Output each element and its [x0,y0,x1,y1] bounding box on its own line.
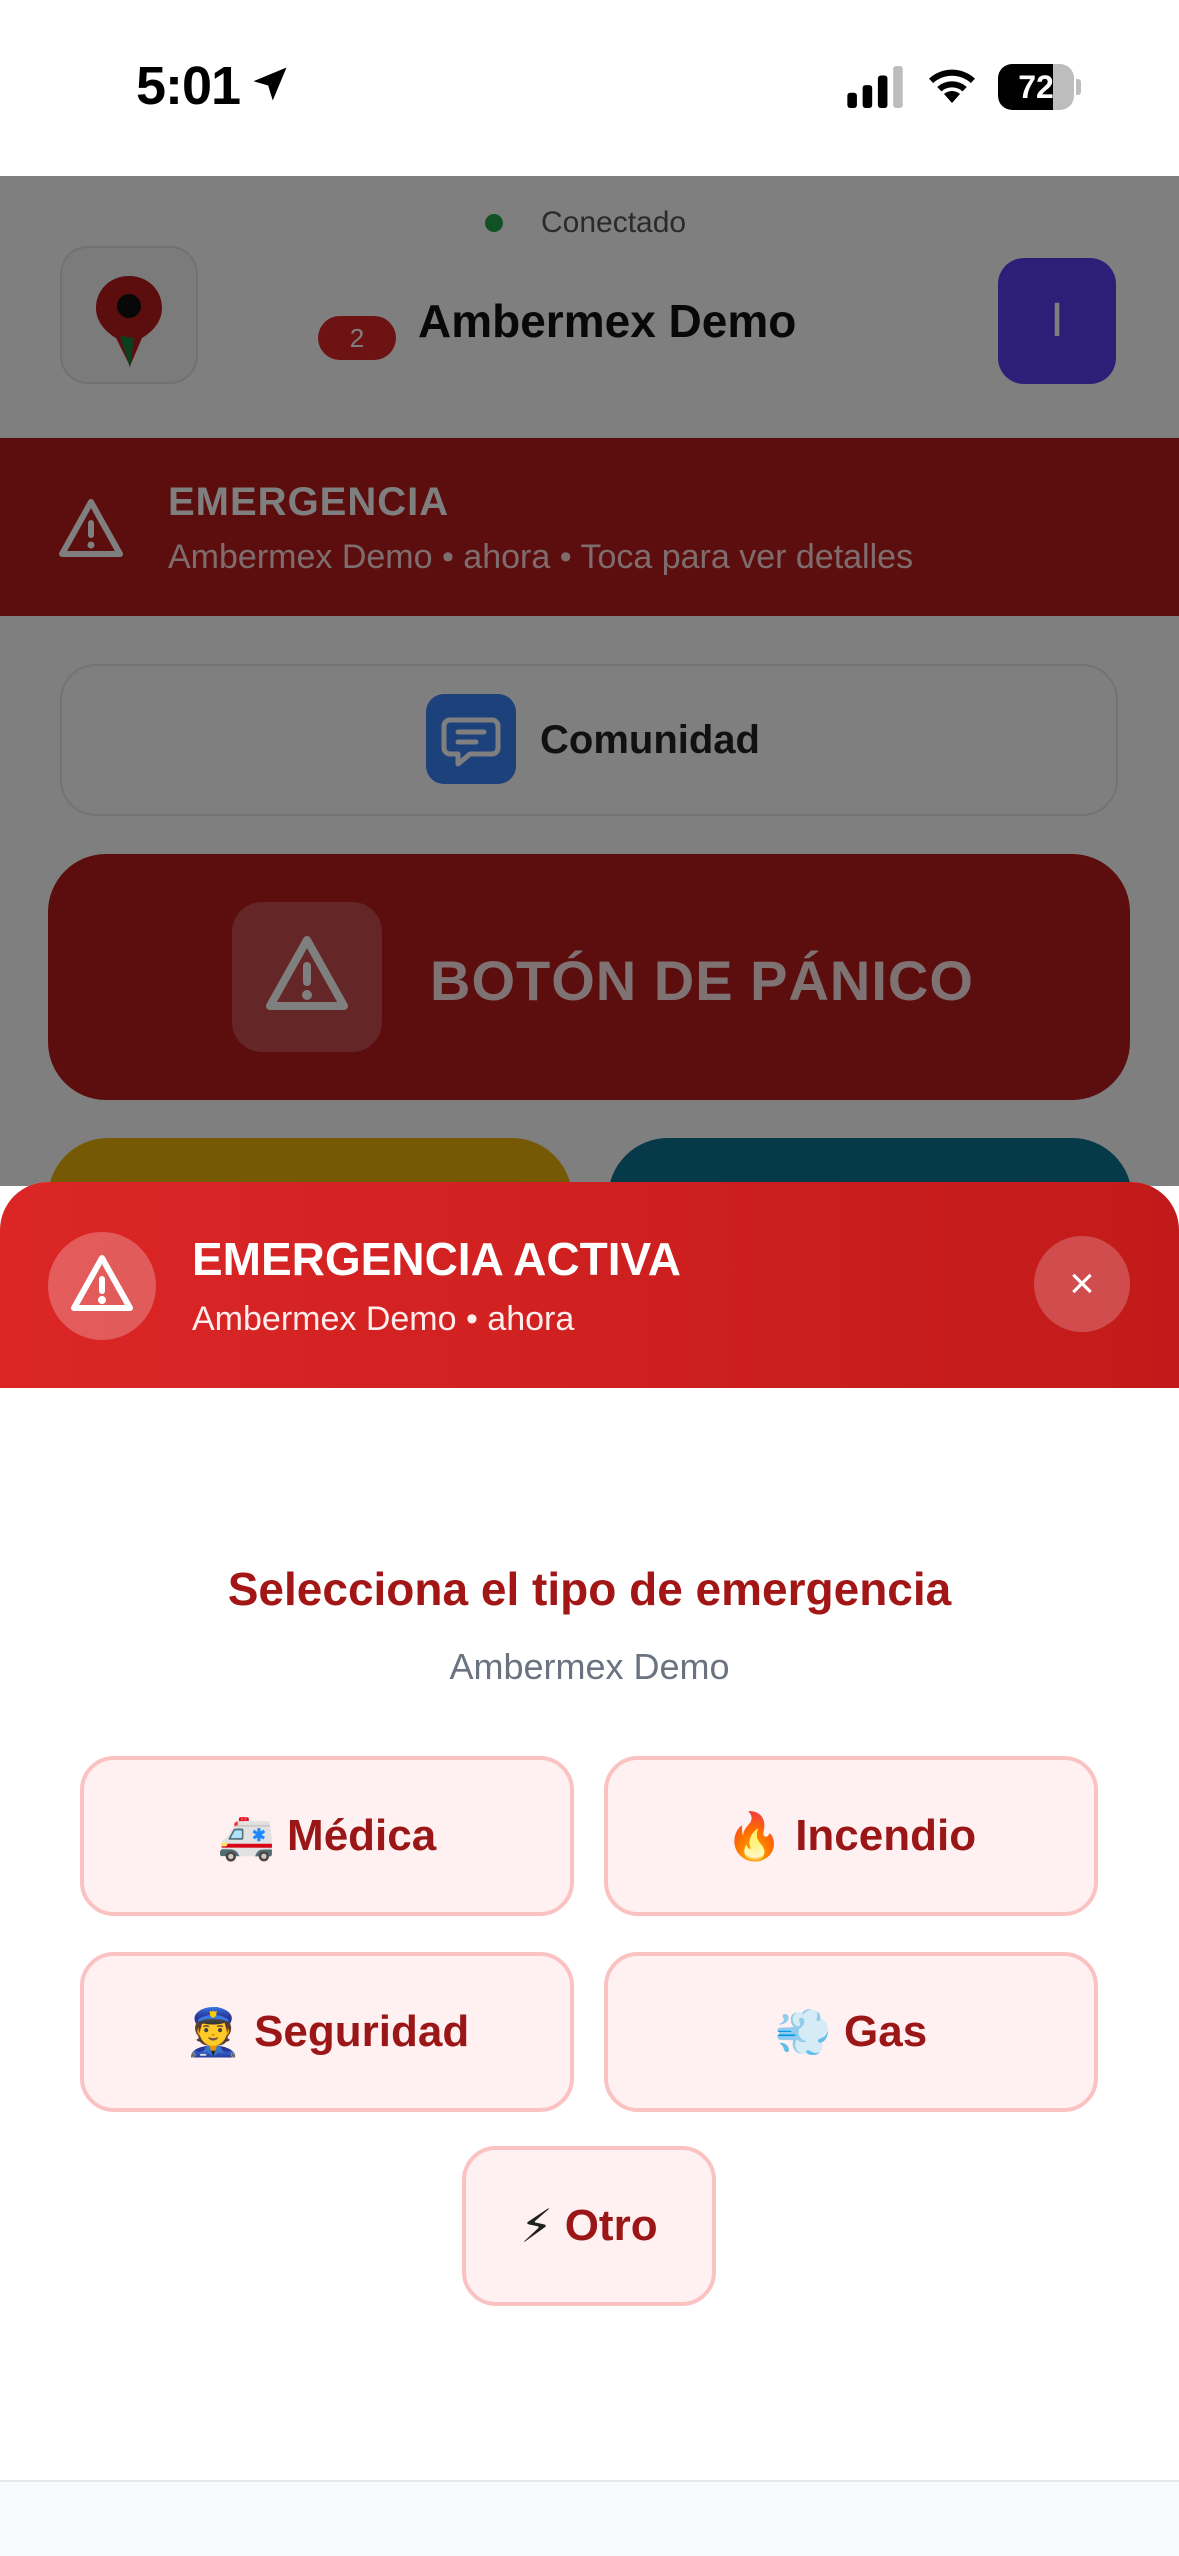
sheet-title: EMERGENCIA ACTIVA [192,1233,681,1285]
option-label: Incendio [795,1811,977,1860]
option-seguridad-button[interactable]: 👮 Seguridad [80,1952,574,2112]
option-gas-button[interactable]: 💨 Gas [604,1952,1098,2112]
group-name: Ambermex Demo [449,1646,730,1687]
battery-percent: 72 [1018,69,1054,105]
lightning-icon: ⚡ [520,2199,553,2253]
option-medica-button[interactable]: 🚑 Médica [80,1756,574,1916]
sheet-subtitle: Ambermex Demo • ahora [192,1300,575,1338]
modal-overlay[interactable] [0,176,1179,1186]
battery-icon: 72 [998,64,1081,110]
close-button[interactable]: × [1034,1236,1130,1332]
ambulance-icon: 🚑 [217,1808,276,1863]
bottom-safe-area [0,2482,1179,2556]
option-label: Médica [287,1811,437,1860]
option-label: Gas [844,2007,928,2056]
wifi-icon [929,69,975,103]
sheet-header: EMERGENCIA ACTIVA Ambermex Demo • ahora … [0,1182,1179,1388]
status-bar: 5:01 72 [0,0,1179,176]
status-time: 5:01 [136,56,241,116]
battery-tip [1076,79,1081,95]
option-otro-button[interactable]: ⚡ Otro [462,2146,716,2306]
signal-icon [847,66,903,108]
option-label: Seguridad [254,2007,470,2056]
sheet-warning-icon-circle [48,1232,156,1340]
option-label: Otro [564,2201,658,2250]
battery-body: 72 [998,64,1074,110]
emergency-type-prompt: Selecciona el tipo de emergencia [227,1563,952,1615]
warning-icon [71,1255,133,1311]
fire-icon: 🔥 [725,1808,784,1863]
close-icon: × [1069,1259,1095,1308]
option-incendio-button[interactable]: 🔥 Incendio [604,1756,1098,1916]
police-officer-icon: 👮 [184,2004,243,2059]
emergency-type-sheet: EMERGENCIA ACTIVA Ambermex Demo • ahora … [0,1182,1179,2556]
gas-cloud-icon: 💨 [774,2004,833,2059]
location-arrow-icon [253,67,287,101]
